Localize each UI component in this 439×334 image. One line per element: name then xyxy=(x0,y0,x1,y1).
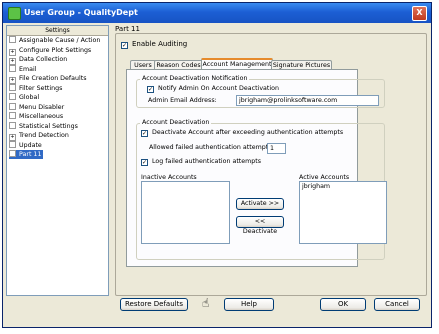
tree-item-label: Email xyxy=(19,65,37,73)
tree-item-label: Filter Settings xyxy=(19,84,63,92)
close-button[interactable]: X xyxy=(412,6,427,21)
settings-tree[interactable]: Settings Assignable Cause / Action + Confi… xyxy=(6,25,109,296)
restore-defaults-button[interactable]: Restore Defaults xyxy=(120,298,188,311)
window-title: User Group - QualityDept xyxy=(24,8,138,17)
notify-admin-checkbox[interactable]: ✓ Notify Admin On Account Deactivation xyxy=(147,85,279,93)
list-item[interactable]: jbrigham xyxy=(302,183,384,190)
app-icon xyxy=(8,7,21,20)
tree-item-label: Global xyxy=(19,94,40,101)
help-button[interactable]: Help xyxy=(224,298,274,311)
tree-item-label: Miscellaneous xyxy=(19,113,64,120)
active-accounts-label: Active Accounts xyxy=(299,174,350,181)
tree-item[interactable]: Menu Disabler xyxy=(9,102,65,112)
tree-node-icon xyxy=(9,83,16,91)
tree-node-icon xyxy=(9,150,16,157)
tree-item-label: Data Collection xyxy=(19,56,68,63)
tree-item-label: Part 11 xyxy=(19,151,42,158)
deactivate-button[interactable]: << Deactivate xyxy=(236,216,284,235)
tree-item-label: Trend Detection xyxy=(19,132,69,139)
tree-item[interactable]: Assignable Cause / Action xyxy=(9,36,100,45)
tree-item-label: Configure Plot Settings xyxy=(19,46,92,54)
log-attempts-label: Log failed authentication attempts xyxy=(152,158,262,165)
tree-item[interactable]: + Data Collection xyxy=(9,55,68,65)
tree-node-icon xyxy=(9,121,16,129)
tree-node-icon xyxy=(9,102,16,110)
tree-node-icon xyxy=(9,64,16,72)
ok-button[interactable]: OK xyxy=(320,298,366,311)
allowed-attempts-input[interactable]: 1 xyxy=(267,143,286,154)
activate-button[interactable]: Activate >> xyxy=(236,198,284,210)
checkbox-box[interactable]: ✓ xyxy=(141,159,148,166)
log-attempts-checkbox[interactable]: ✓ Log failed authentication attempts xyxy=(141,158,261,166)
deactivation-legend: Account Deactivation xyxy=(140,119,212,127)
email-label: Admin Email Address: xyxy=(148,97,217,104)
tree-node-icon xyxy=(9,36,16,43)
checkbox-box[interactable]: ✓ xyxy=(141,130,148,137)
active-accounts-list[interactable]: jbrigham xyxy=(299,181,387,244)
notification-legend: Account Deactivation Notification xyxy=(140,75,250,83)
tree-item[interactable]: Global xyxy=(9,93,39,102)
tree-node-icon xyxy=(9,140,16,148)
tree-item[interactable]: Email xyxy=(9,64,37,74)
tree-item[interactable]: Filter Settings xyxy=(9,83,63,93)
tree-item[interactable]: Part 11 xyxy=(9,150,44,159)
checkbox-box[interactable]: ✓ xyxy=(147,86,154,93)
tree-header: Settings xyxy=(7,26,108,36)
allowed-attempts-label: Allowed failed authentication attempts: xyxy=(149,144,274,151)
hand-cursor-icon: ☝ xyxy=(202,296,210,310)
deactivate-account-label: Deactivate Account after exceeding authe… xyxy=(152,129,344,136)
tree-item[interactable]: Statistical Settings xyxy=(9,121,78,131)
tree-node-icon xyxy=(9,93,16,100)
title-bar[interactable]: User Group - QualityDept X xyxy=(3,3,431,23)
checkbox-box[interactable]: ✓ xyxy=(121,42,128,49)
tree-item-label: File Creation Defaults xyxy=(19,75,87,82)
enable-auditing-checkbox[interactable]: ✓ Enable Auditing xyxy=(121,40,187,49)
inactive-accounts-list[interactable] xyxy=(141,181,230,244)
cancel-button[interactable]: Cancel xyxy=(374,298,420,311)
tree-item[interactable]: Update xyxy=(9,140,42,150)
tree-node-icon xyxy=(9,112,16,119)
inactive-accounts-label: Inactive Accounts xyxy=(141,174,197,181)
tree-item[interactable]: Miscellaneous xyxy=(9,112,63,121)
tree-item-label: Update xyxy=(19,141,42,149)
tree-item-label: Menu Disabler xyxy=(19,103,65,111)
deactivate-account-checkbox[interactable]: ✓ Deactivate Account after exceeding auth… xyxy=(141,129,343,137)
email-input[interactable]: jbrigham@prolinksoftware.com xyxy=(236,95,379,106)
tree-item[interactable]: + Configure Plot Settings xyxy=(9,46,92,56)
notify-admin-label: Notify Admin On Account Deactivation xyxy=(158,85,279,92)
tree-item-label: Assignable Cause / Action xyxy=(19,37,101,44)
tree-item-label: Statistical Settings xyxy=(19,122,78,130)
panel-title: Part 11 xyxy=(115,25,140,33)
enable-auditing-label: Enable Auditing xyxy=(132,40,188,48)
tree-item[interactable]: + Trend Detection xyxy=(9,131,69,141)
tree-item[interactable]: + File Creation Defaults xyxy=(9,74,87,84)
